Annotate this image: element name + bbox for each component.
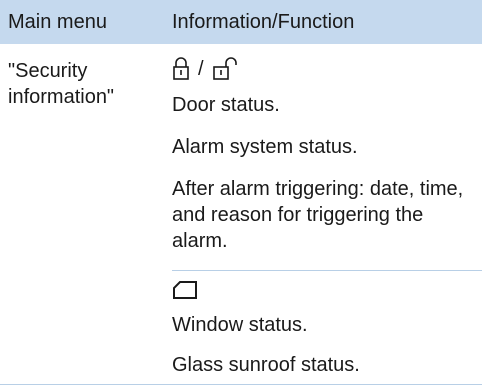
header-main-menu: Main menu xyxy=(8,11,107,33)
lock-closed-icon xyxy=(172,57,190,81)
main-menu-cell: "Security information" xyxy=(8,60,115,108)
lock-icons-row: / xyxy=(172,57,238,81)
cell-divider xyxy=(172,270,482,271)
lock-separator: / xyxy=(198,57,204,80)
alarm-triggering-text: After alarm triggering: date, time, and … xyxy=(172,178,464,252)
table-header: Main menu Information/Function xyxy=(0,0,482,44)
glass-sunroof-status-text: Glass sunroof status. xyxy=(172,354,360,376)
lock-open-icon xyxy=(212,57,238,81)
alarm-system-status-text: Alarm system status. xyxy=(172,136,358,158)
info-table: Main menu Information/Function "Security… xyxy=(0,0,482,386)
door-status-text: Door status. xyxy=(172,94,280,116)
header-information-function: Information/Function xyxy=(172,11,355,33)
table-bottom-divider xyxy=(0,384,482,385)
window-icon xyxy=(172,280,198,300)
window-status-text: Window status. xyxy=(172,314,308,336)
